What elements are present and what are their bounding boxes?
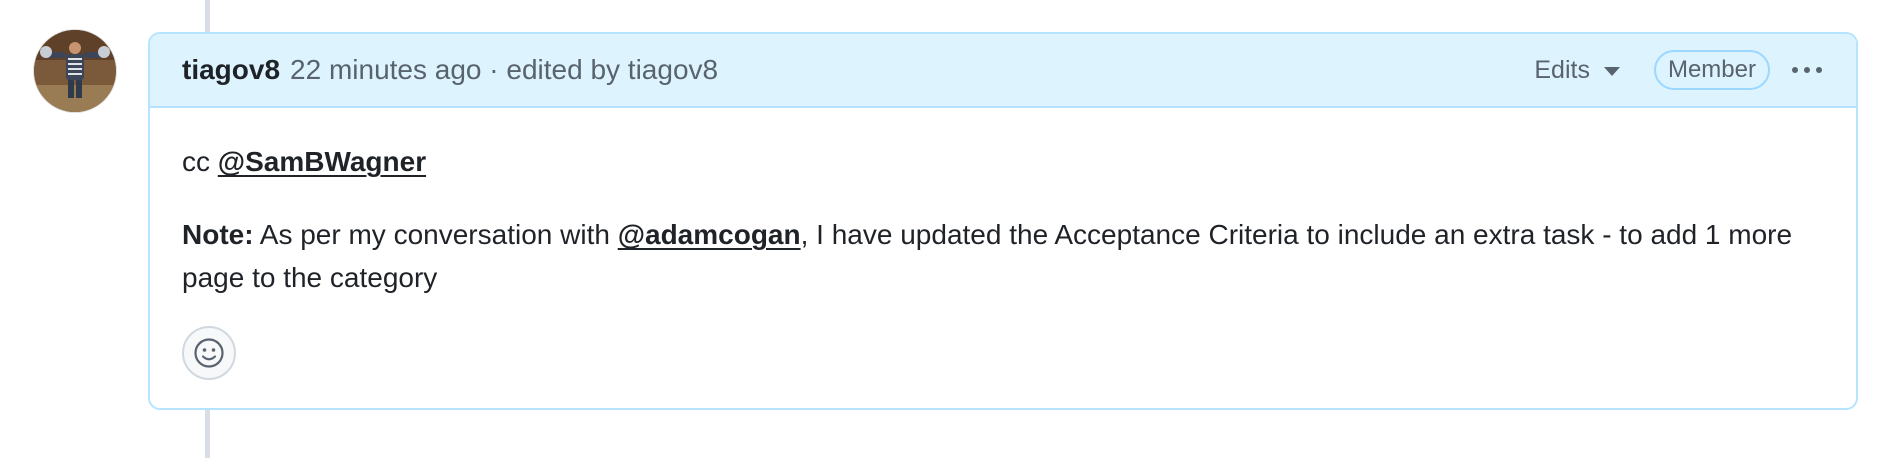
comment-card: tiagov8 22 minutes ago · edited by tiago… (148, 32, 1858, 410)
note-label: Note: (182, 219, 254, 250)
edits-dropdown-button[interactable]: Edits (1534, 56, 1620, 85)
role-badge: Member (1653, 50, 1770, 90)
author-avatar[interactable] (34, 30, 116, 112)
note-text-part1: As per my conversation with (253, 219, 618, 250)
comment-author-link[interactable]: tiagov8 (182, 54, 280, 86)
comment-body: cc @SamBWagner Note: As per my conversat… (182, 108, 1796, 299)
cc-paragraph: cc @SamBWagner (182, 140, 1796, 183)
triangle-down-icon (1603, 67, 1620, 76)
note-paragraph: Note: As per my conversation with @adamc… (182, 213, 1796, 299)
smiley-icon (194, 338, 224, 368)
header-actions: Edits Member (1534, 50, 1824, 90)
comment-options-button[interactable] (1790, 61, 1824, 79)
mention-sambwagner-link[interactable]: @SamBWagner (218, 146, 426, 177)
cc-prefix: cc (182, 146, 210, 177)
comment-meta: 22 minutes ago · edited by tiagov8 (290, 54, 718, 86)
add-reaction-button[interactable] (182, 326, 236, 380)
comment-timestamp-link[interactable]: 22 minutes ago (290, 54, 481, 85)
edited-by-text: edited by tiagov8 (506, 54, 719, 85)
kebab-horizontal-icon (1792, 67, 1798, 73)
comment-header: tiagov8 22 minutes ago · edited by tiago… (150, 34, 1856, 108)
kebab-dot (1816, 67, 1822, 73)
mention-adamcogan-link[interactable]: @adamcogan (618, 219, 801, 250)
edits-label: Edits (1534, 55, 1590, 84)
kebab-dot (1804, 67, 1810, 73)
meta-separator: · (489, 54, 499, 85)
